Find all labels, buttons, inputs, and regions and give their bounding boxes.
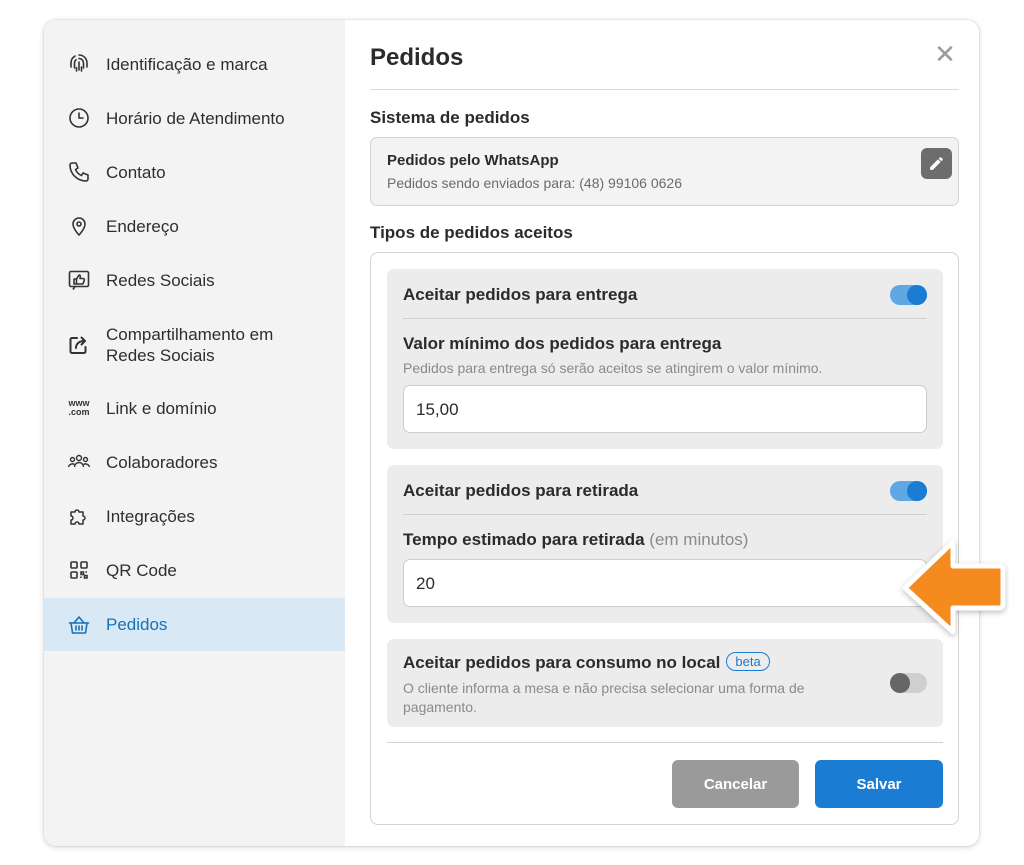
sidebar-item-label: Endereço [106,216,179,236]
toggle-knob [907,285,927,305]
pickup-heading: Aceitar pedidos para retirada [403,481,639,500]
sidebar-item-label-group: Compartilhamento em Redes Sociais [106,324,273,366]
sidebar-item-identificacao[interactable]: Identificação e marca [44,44,345,84]
pickup-time-label-text: Tempo estimado para retirada [403,530,645,549]
sidebar-item-label: Horário de Atendimento [106,108,285,128]
dine-in-hint-line: pagamento. [403,699,477,715]
dine-in-hint: O cliente informa a mesa e não precisa s… [403,679,805,717]
fingerprint-icon [66,51,92,77]
sidebar-item-compartilhamento[interactable]: Compartilhamento em Redes Sociais [44,318,345,372]
min-order-label: Valor mínimo dos pedidos para entrega [403,334,722,353]
toggle-knob [907,481,927,501]
www-icon: www .com [66,395,92,421]
dine-in-toggle[interactable] [890,673,927,693]
order-system-name: Pedidos pelo WhatsApp [387,152,559,169]
sidebar-item-label: Compartilhamento em [106,325,274,344]
sidebar-item-redes-sociais[interactable]: Redes Sociais [44,260,345,300]
dine-in-heading-text: Aceitar pedidos para consumo no local [403,653,721,672]
divider [387,742,943,743]
users-icon [66,449,92,475]
sidebar-item-label: Link e domínio [106,398,217,418]
section-label-sistema: Sistema de pedidos [370,108,530,127]
sidebar-item-label: QR Code [106,560,177,580]
order-system-destination: Pedidos sendo enviados para: (48) 99106 … [387,175,682,191]
puzzle-icon [66,503,92,529]
sidebar-item-label: Pedidos [106,615,168,634]
sidebar-item-label: Contato [106,162,166,182]
sidebar-item-pedidos[interactable]: Pedidos [44,598,345,651]
map-pin-icon [66,213,92,239]
basket-icon [66,612,92,638]
section-label-tipos: Tipos de pedidos aceitos [370,223,573,242]
phone-icon [66,159,92,185]
pencil-icon [930,157,943,170]
delivery-heading: Aceitar pedidos para entrega [403,285,638,304]
sidebar-item-colaboradores[interactable]: Colaboradores [44,442,345,482]
pickup-time-input[interactable]: 20 [403,559,927,607]
sidebar-item-label: Colaboradores [106,452,218,472]
sidebar-item-label: Identificação e marca [106,54,268,74]
delivery-toggle[interactable] [890,285,927,305]
delivery-card: Aceitar pedidos para entrega Valor mínim… [387,269,943,449]
pickup-toggle[interactable] [890,481,927,501]
pickup-card: Aceitar pedidos para retirada Tempo esti… [387,465,943,623]
close-icon[interactable]: ✕ [933,41,957,67]
divider [403,318,927,319]
arrow-pointer-icon [902,539,1006,635]
sidebar: Identificação e marca Horário de Atendim… [44,20,345,846]
sidebar-item-horario[interactable]: Horário de Atendimento [44,98,345,138]
edit-button[interactable] [921,148,952,179]
page-title: Pedidos [370,44,464,71]
clock-icon [66,105,92,131]
order-system-box: Pedidos pelo WhatsApp Pedidos sendo envi… [370,137,959,206]
sidebar-item-label: Redes Sociais [106,346,215,365]
sidebar-item-integracoes[interactable]: Integrações [44,496,345,536]
save-button[interactable]: Salvar [815,760,943,808]
qr-code-icon [66,557,92,583]
sidebar-item-contato[interactable]: Contato [44,152,345,192]
main-panel: Pedidos ✕ Sistema de pedidos Pedidos pel… [345,20,979,846]
sidebar-item-qr-code[interactable]: QR Code [44,550,345,590]
dine-in-heading: Aceitar pedidos para consumo no local bet… [403,652,770,673]
settings-modal: Identificação e marca Horário de Atendim… [44,20,979,846]
share-icon [66,332,92,358]
pickup-time-label: Tempo estimado para retirada (em minutos… [403,530,748,550]
www-icon-text: .com [68,407,90,417]
toggle-knob [890,673,910,693]
divider [403,514,927,515]
dine-in-hint-line: O cliente informa a mesa e não precisa s… [403,680,805,696]
sidebar-item-link-dominio[interactable]: www .com Link e domínio [44,388,345,428]
thumbs-up-icon [66,267,92,293]
beta-badge: beta [726,652,770,671]
order-types-box: Aceitar pedidos para entrega Valor mínim… [370,252,959,825]
sidebar-item-label: Integrações [106,506,195,526]
sidebar-item-endereco[interactable]: Endereço [44,206,345,246]
min-order-hint: Pedidos para entrega só serão aceitos se… [403,360,823,376]
pickup-time-unit: (em minutos) [649,530,749,549]
cancel-button[interactable]: Cancelar [672,760,799,808]
sidebar-item-label: Redes Sociais [106,270,215,290]
dine-in-card: Aceitar pedidos para consumo no local bet… [387,639,943,727]
min-order-input[interactable]: 15,00 [403,385,927,433]
divider [370,89,959,90]
